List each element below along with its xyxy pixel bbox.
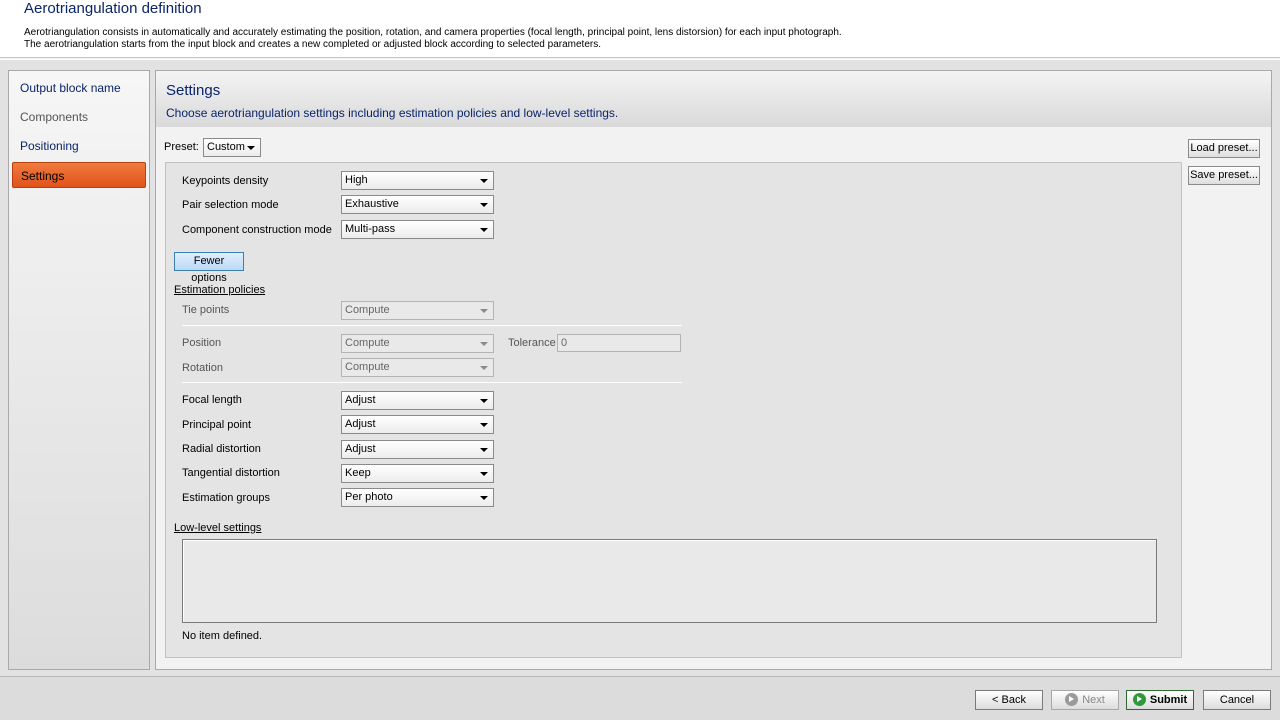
radial-distortion-label: Radial distortion [182, 443, 261, 455]
dialog-title: Aerotriangulation definition [24, 0, 202, 17]
keypoints-density-label: Keypoints density [182, 175, 269, 187]
preset-select[interactable]: Custom [203, 138, 261, 157]
position-value: Compute [345, 337, 390, 349]
preset-label: Preset: [164, 141, 199, 153]
chevron-down-icon [480, 228, 488, 232]
estimation-groups-label: Estimation groups [182, 492, 271, 504]
focal-length-value: Adjust [345, 394, 376, 406]
rotation-value: Compute [345, 361, 390, 373]
rotation-select[interactable]: Compute [341, 358, 494, 377]
cancel-button[interactable]: Cancel [1203, 690, 1271, 710]
component-construction-label: Component construction mode [182, 224, 332, 236]
submit-button[interactable]: Submit [1126, 690, 1194, 710]
wizard-sidebar: Output block name Components Positioning… [8, 70, 150, 670]
keypoints-density-select[interactable]: High [341, 171, 494, 190]
back-button[interactable]: < Back [975, 690, 1043, 710]
chevron-down-icon [480, 203, 488, 207]
tie-points-value: Compute [345, 304, 390, 316]
sidebar-item-output-block-name[interactable]: Output block name [12, 75, 146, 101]
next-button[interactable]: Next [1051, 690, 1119, 710]
position-label: Position [182, 337, 222, 349]
no-item-defined-text: No item defined. [182, 630, 263, 642]
tangential-distortion-value: Keep [345, 467, 371, 479]
arrow-right-circle-icon [1065, 693, 1079, 706]
component-construction-select[interactable]: Multi-pass [341, 220, 494, 239]
chevron-down-icon [480, 399, 488, 403]
separator [182, 325, 682, 326]
save-preset-button[interactable]: Save preset... [1188, 166, 1260, 185]
chevron-down-icon [480, 179, 488, 183]
pair-selection-label: Pair selection mode [182, 199, 279, 211]
dialog-description: Aerotriangulation consists in automatica… [24, 27, 842, 51]
load-preset-button[interactable]: Load preset... [1188, 139, 1260, 158]
separator [182, 382, 682, 383]
tie-points-select[interactable]: Compute [341, 301, 494, 320]
header: Aerotriangulation definition Aerotriangu… [0, 0, 1280, 58]
sidebar-item-components[interactable]: Components [12, 104, 146, 130]
fewer-options-button[interactable]: Fewer options [174, 252, 244, 284]
tangential-distortion-select[interactable]: Keep [341, 464, 494, 483]
principal-point-label: Principal point [182, 419, 252, 431]
rotation-label: Rotation [182, 362, 223, 374]
description-line-1: Aerotriangulation consists in automatica… [24, 27, 842, 38]
sidebar-item-positioning[interactable]: Positioning [12, 133, 146, 159]
principal-point-value: Adjust [345, 418, 376, 430]
chevron-down-icon [480, 366, 488, 370]
tolerance-label: Tolerance [508, 337, 556, 349]
description-line-2: The aerotriangulation starts from the in… [24, 39, 601, 50]
tie-points-label: Tie points [182, 304, 230, 316]
focal-length-label: Focal length [182, 394, 242, 406]
principal-point-select[interactable]: Adjust [341, 415, 494, 434]
page-header: Settings Choose aerotriangulation settin… [156, 71, 1271, 127]
chevron-down-icon [480, 423, 488, 427]
radial-distortion-select[interactable]: Adjust [341, 440, 494, 459]
sidebar-item-settings[interactable]: Settings [12, 162, 146, 188]
tolerance-input[interactable]: 0 [557, 334, 681, 352]
preset-value: Custom [207, 141, 245, 153]
position-select[interactable]: Compute [341, 334, 494, 353]
pair-selection-select[interactable]: Exhaustive [341, 195, 494, 214]
estimation-groups-select[interactable]: Per photo [341, 488, 494, 507]
submit-label: Submit [1149, 694, 1188, 706]
keypoints-density-value: High [345, 174, 368, 186]
chevron-down-icon [480, 448, 488, 452]
pair-selection-value: Exhaustive [345, 198, 399, 210]
chevron-down-icon [480, 472, 488, 476]
low-level-settings-list[interactable] [182, 539, 1157, 623]
next-label: Next [1082, 694, 1105, 706]
component-construction-value: Multi-pass [345, 223, 396, 235]
tangential-distortion-label: Tangential distortion [182, 467, 280, 479]
radial-distortion-value: Adjust [345, 443, 376, 455]
estimation-policies-heading: Estimation policies [174, 284, 266, 296]
page-title: Settings [166, 82, 221, 99]
chevron-down-icon [480, 309, 488, 313]
chevron-down-icon [480, 342, 488, 346]
chevron-down-icon [247, 146, 255, 150]
page-subtitle: Choose aerotriangulation settings includ… [166, 106, 619, 120]
low-level-settings-heading: Low-level settings [174, 522, 262, 534]
focal-length-select[interactable]: Adjust [341, 391, 494, 410]
arrow-right-circle-icon [1132, 693, 1146, 706]
estimation-groups-value: Per photo [345, 491, 393, 503]
chevron-down-icon [480, 496, 488, 500]
